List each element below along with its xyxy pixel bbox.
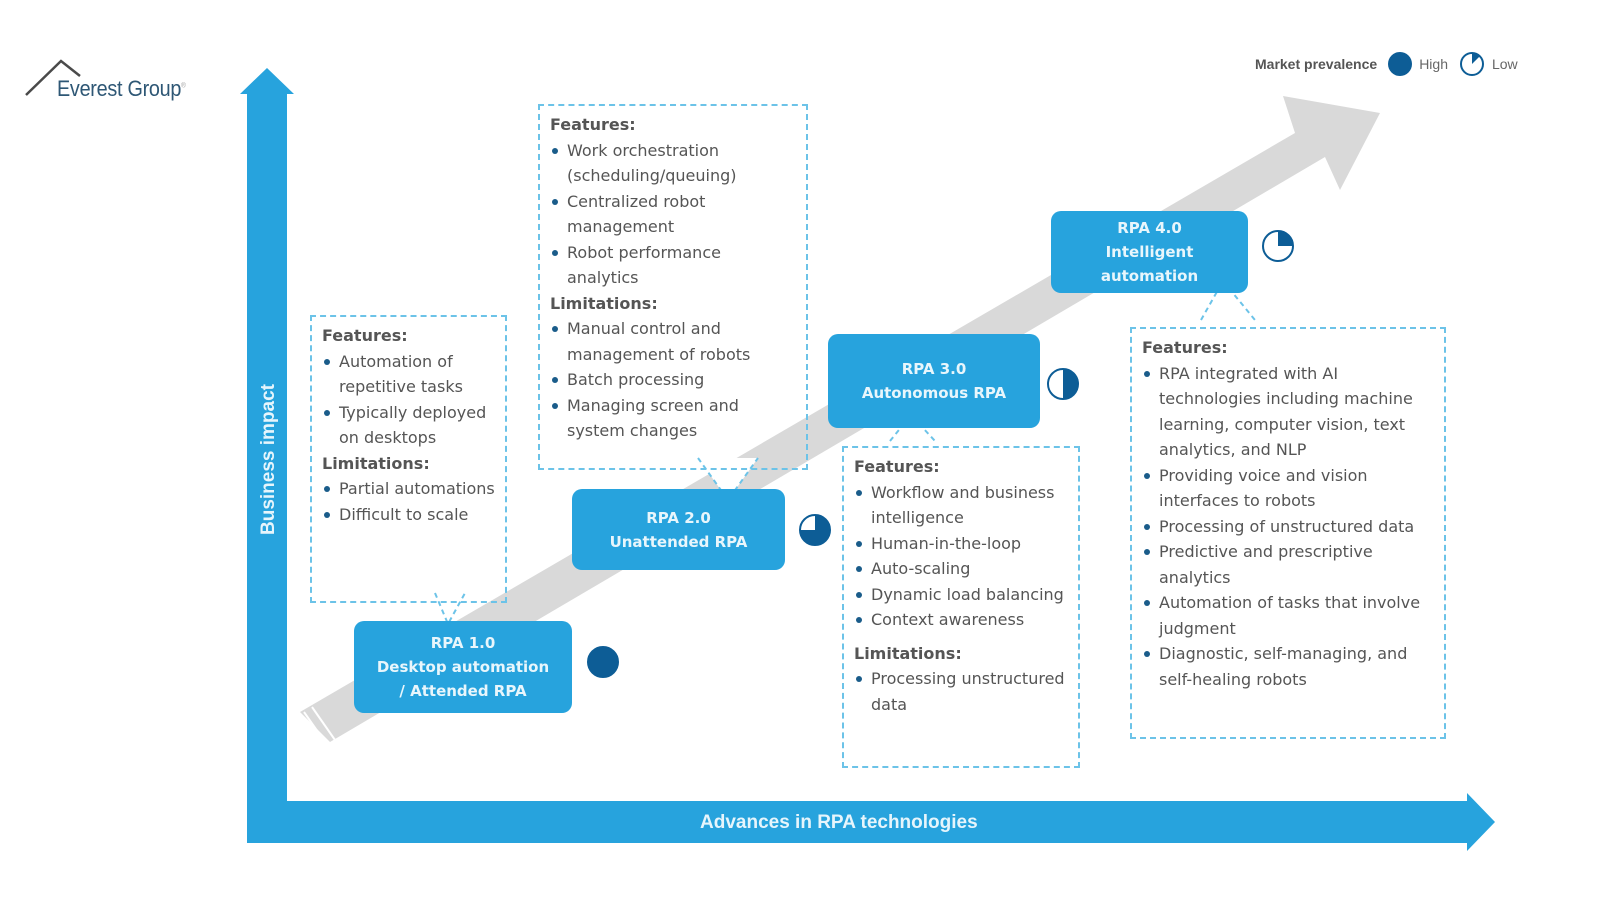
stage-title: RPA 3.0 [901,360,967,378]
logo-text: Everest Group [57,76,182,101]
features-header: Features: [550,115,636,134]
rpa3-details-box: Features: Workflow and business intellig… [842,446,1080,768]
features-header: Features: [854,457,940,476]
prevalence-icon-rpa1 [587,646,619,678]
feature-item: Auto-scaling [854,556,1068,582]
feature-item: Centralized robot management [550,189,796,240]
harvey-ball-fill [1063,369,1078,399]
features-list: Automation of repetitive tasks Typically… [322,349,495,451]
feature-item: Robot performance analytics [550,240,796,291]
limitations-list: Manual control and management of robots … [550,316,796,444]
harvey-ball-outline [587,646,619,678]
feature-item: Automation of tasks that involve judgmen… [1142,590,1434,641]
stage-subtitle: / Attended RPA [399,682,527,700]
limitation-item: Difficult to scale [322,502,495,528]
feature-item: Processing of unstructured data [1142,514,1434,540]
features-list: Workflow and business intelligence Human… [854,480,1068,633]
logo-registered-mark: ® [181,82,186,90]
limitation-item: Batch processing [550,367,796,393]
legend-title: Market prevalence [1255,56,1378,72]
stage-subtitle: Desktop automation [376,658,550,676]
feature-item: RPA integrated with AI technologies incl… [1142,361,1434,463]
x-axis-label: Advances in RPA technologies [700,812,978,833]
feature-item: Dynamic load balancing [854,582,1068,608]
prevalence-high-icon [1388,52,1413,76]
limitation-item: Processing unstructured data [854,666,1068,717]
feature-item: Context awareness [854,607,1068,633]
limitation-item: Managing screen and system changes [550,393,796,444]
harvey-ball-fill [1278,231,1293,246]
feature-item: Providing voice and vision interfaces to… [1142,463,1434,514]
features-header: Features: [322,326,408,345]
y-axis-label: Business impact [258,384,279,535]
stage-title: RPA 2.0 [646,508,711,527]
feature-item: Predictive and prescriptive analytics [1142,539,1434,590]
stage-subtitle: Autonomous RPA [861,384,1007,402]
limitations-list: Processing unstructured data [854,666,1068,717]
prevalence-icon-rpa3 [1047,368,1079,400]
features-list: RPA integrated with AI technologies incl… [1142,361,1434,693]
stage-rpa1: RPA 1.0 Desktop automation / Attended RP… [354,621,572,713]
stage-subtitle: Unattended RPA [609,532,748,551]
everest-group-logo: Everest Group® [57,76,186,102]
stage-rpa3: RPA 3.0 Autonomous RPA [828,334,1040,428]
stage-rpa4: RPA 4.0 Intelligent automation [1051,211,1248,293]
prevalence-low-icon [1459,52,1484,76]
limitations-header: Limitations: [854,643,962,663]
legend-high-label: High [1419,56,1448,72]
stage-title: RPA 4.0 [1117,219,1182,237]
feature-item: Automation of repetitive tasks [322,349,495,400]
stage-subtitle: automation [1100,267,1199,285]
legend: Market prevalence High Low [1255,50,1528,78]
rpa2-details-box: Features: Work orchestration (scheduling… [538,104,808,470]
features-header: Features: [1142,338,1228,357]
limitations-list: Partial automations Difficult to scale [322,476,495,527]
stage-title: RPA 1.0 [430,634,496,652]
feature-item: Diagnostic, self-managing, and self-heal… [1142,641,1434,692]
legend-low-label: Low [1491,56,1518,72]
feature-item: Typically deployed on desktops [322,400,495,451]
prevalence-icon-rpa2 [799,514,831,546]
prevalence-icon-rpa4 [1262,230,1294,262]
rpa4-details-box: Features: RPA integrated with AI technol… [1130,327,1446,739]
features-list: Work orchestration (scheduling/queuing) … [550,138,796,291]
rpa1-details-box: Features: Automation of repetitive tasks… [310,315,507,603]
stage-subtitle: Intelligent [1105,243,1194,261]
limitations-header: Limitations: [550,293,658,313]
limitation-item: Manual control and management of robots [550,316,796,367]
stage-rpa2: RPA 2.0 Unattended RPA [572,489,785,570]
limitations-header: Limitations: [322,453,430,473]
feature-item: Work orchestration (scheduling/queuing) [550,138,796,189]
limitation-item: Partial automations [322,476,495,502]
feature-item: Workflow and business intelligence [854,480,1068,531]
feature-item: Human-in-the-loop [854,531,1068,557]
